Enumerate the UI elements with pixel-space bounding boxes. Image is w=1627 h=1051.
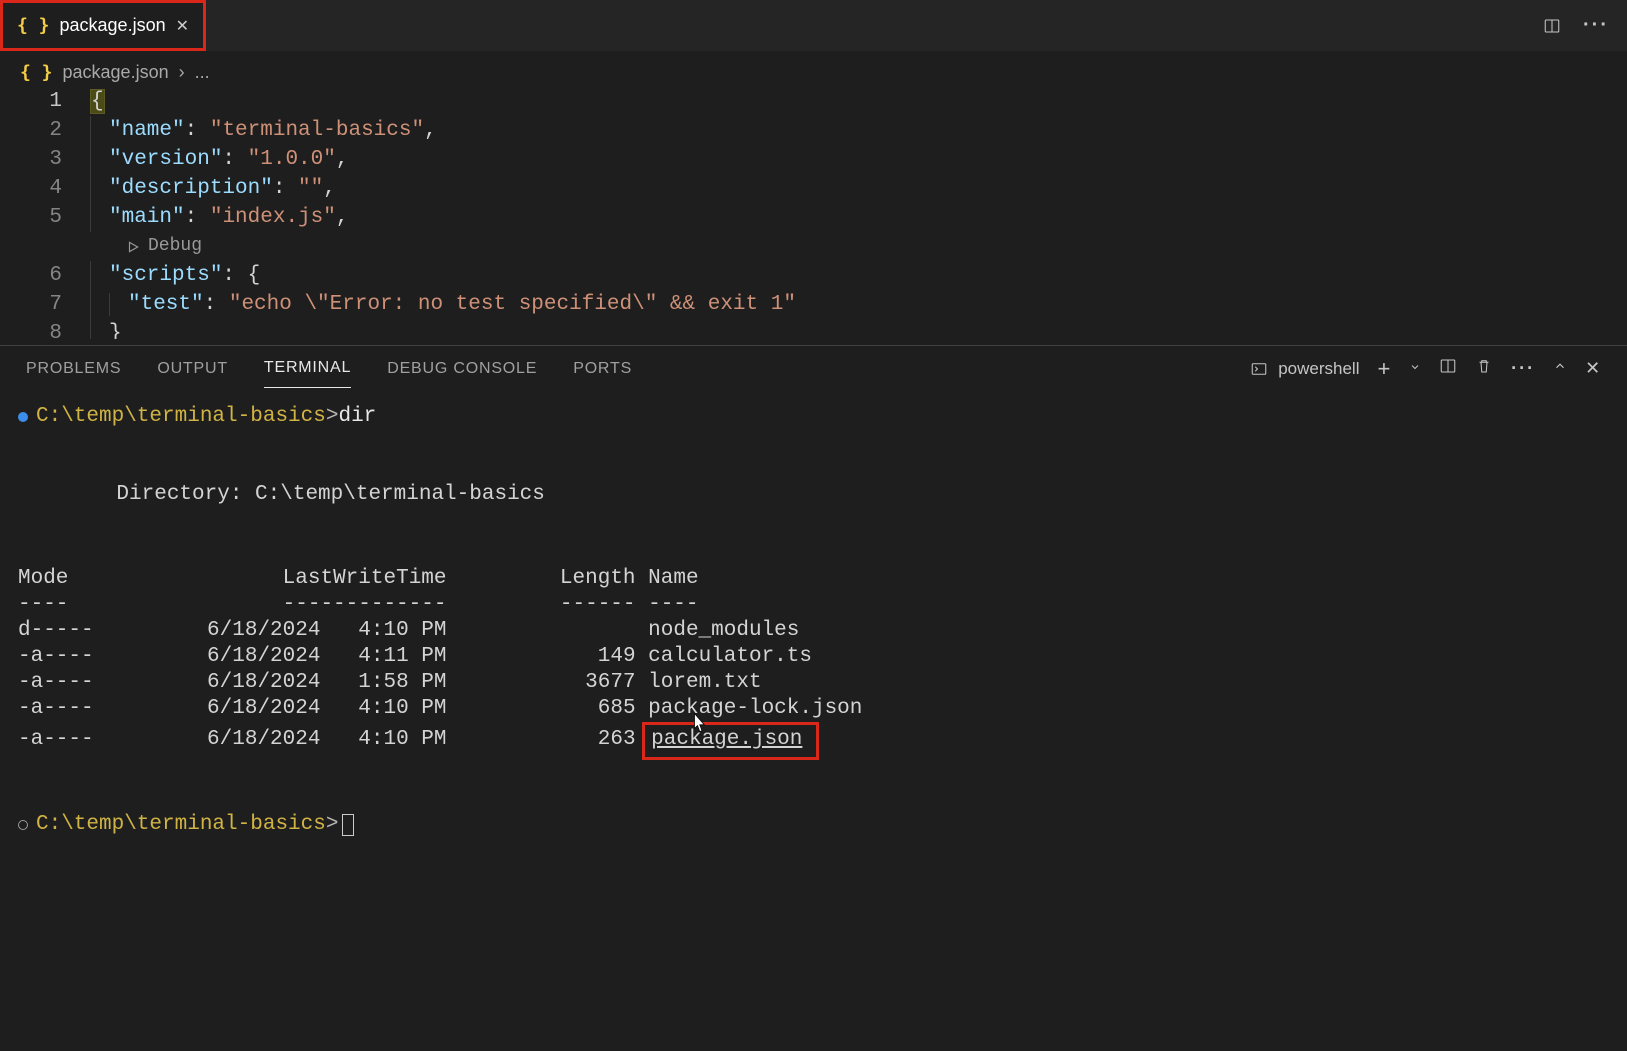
table-row: -a---- 6/18/2024 4:11 PM 149 calculator.… — [18, 644, 1609, 670]
brace-open: { — [90, 89, 105, 114]
codelens-label: Debug — [148, 232, 202, 261]
tab-problems[interactable]: PROBLEMS — [26, 350, 121, 388]
terminal-dropdown-icon[interactable] — [1409, 360, 1421, 378]
json-key: "main" — [109, 206, 185, 229]
brace-close: } — [109, 322, 122, 339]
new-terminal-icon[interactable]: + — [1377, 356, 1391, 382]
line-number: 7 — [0, 290, 90, 319]
terminal-cursor — [342, 814, 354, 836]
json-file-icon: { } — [17, 15, 50, 36]
line-number: 8 — [0, 319, 90, 339]
panel-more-icon[interactable]: ··· — [1511, 358, 1535, 379]
json-value: "index.js" — [210, 206, 336, 229]
line-number: 5 — [0, 203, 90, 232]
tab-debug-console[interactable]: DEBUG CONSOLE — [387, 350, 537, 388]
json-key: "description" — [109, 177, 273, 200]
line-number: 4 — [0, 174, 90, 203]
table-row: d----- 6/18/2024 4:10 PM node_modules — [18, 618, 1609, 644]
line-number: 6 — [0, 261, 90, 290]
json-value: "" — [298, 177, 323, 200]
tab-output[interactable]: OUTPUT — [157, 350, 228, 388]
directory-header: Directory: C:\temp\terminal-basics — [18, 482, 1609, 508]
code-editor[interactable]: 1 { 2 "name": "terminal-basics", 3 "vers… — [0, 87, 1627, 339]
shell-name: powershell — [1278, 359, 1359, 379]
table-divider: ---- ------------- ------ ---- — [18, 592, 1609, 618]
editor-tab-package-json[interactable]: { } package.json ✕ — [0, 0, 206, 51]
codelens-debug[interactable]: Debug — [0, 232, 1627, 261]
json-file-icon: { } — [20, 62, 53, 83]
line-number: 2 — [0, 116, 90, 145]
tab-label: package.json — [60, 15, 166, 36]
json-value: "echo \"Error: no test specified\" && ex… — [229, 293, 796, 316]
close-panel-icon[interactable]: ✕ — [1585, 358, 1601, 379]
line-number: 3 — [0, 145, 90, 174]
mouse-pointer-icon — [690, 712, 708, 736]
close-tab-icon[interactable]: ✕ — [176, 16, 189, 36]
tab-bar: { } package.json ✕ ··· — [0, 0, 1627, 52]
prompt-path: C:\temp\terminal-basics — [36, 812, 326, 838]
prompt-path: C:\temp\terminal-basics — [36, 404, 326, 430]
split-terminal-icon[interactable] — [1439, 357, 1457, 380]
json-key: "name" — [109, 119, 185, 142]
kill-terminal-icon[interactable] — [1475, 357, 1493, 380]
tab-terminal[interactable]: TERMINAL — [264, 349, 351, 388]
terminal-body[interactable]: C:\temp\terminal-basics> dir Directory: … — [0, 392, 1627, 850]
json-value: "1.0.0" — [248, 148, 336, 171]
table-row: -a---- 6/18/2024 4:10 PM 263 package.jso… — [18, 722, 1609, 760]
tab-ports[interactable]: PORTS — [573, 350, 632, 388]
json-key: "test" — [128, 293, 204, 316]
terminal-shell-selector[interactable]: powershell — [1250, 359, 1359, 379]
table-row: -a---- 6/18/2024 4:10 PM 685 package-loc… — [18, 696, 1609, 722]
split-editor-icon[interactable] — [1541, 15, 1563, 37]
prompt-status-dot — [18, 412, 28, 422]
json-key: "scripts" — [109, 264, 222, 287]
table-header: Mode LastWriteTime Length Name — [18, 566, 1609, 592]
prompt-gt: > — [326, 812, 339, 838]
terminal-command: dir — [338, 404, 376, 430]
prompt-status-dot — [18, 820, 28, 830]
file-link-package-json[interactable]: package.json — [642, 722, 819, 760]
bottom-panel: PROBLEMS OUTPUT TERMINAL DEBUG CONSOLE P… — [0, 345, 1627, 850]
json-key: "version" — [109, 148, 222, 171]
breadcrumb-separator: › — [179, 62, 185, 83]
more-actions-icon[interactable]: ··· — [1585, 15, 1607, 37]
table-row: -a---- 6/18/2024 1:58 PM 3677 lorem.txt — [18, 670, 1609, 696]
breadcrumb-file: package.json — [63, 62, 169, 83]
json-value: "terminal-basics" — [210, 119, 424, 142]
breadcrumb-tail: ... — [195, 62, 210, 83]
prompt-gt: > — [326, 404, 339, 430]
breadcrumb[interactable]: { } package.json › ... — [0, 52, 1627, 87]
line-number: 1 — [0, 87, 90, 116]
maximize-panel-icon[interactable] — [1553, 359, 1567, 378]
directory-listing: Mode LastWriteTime Length Name ---- ----… — [18, 566, 1609, 760]
